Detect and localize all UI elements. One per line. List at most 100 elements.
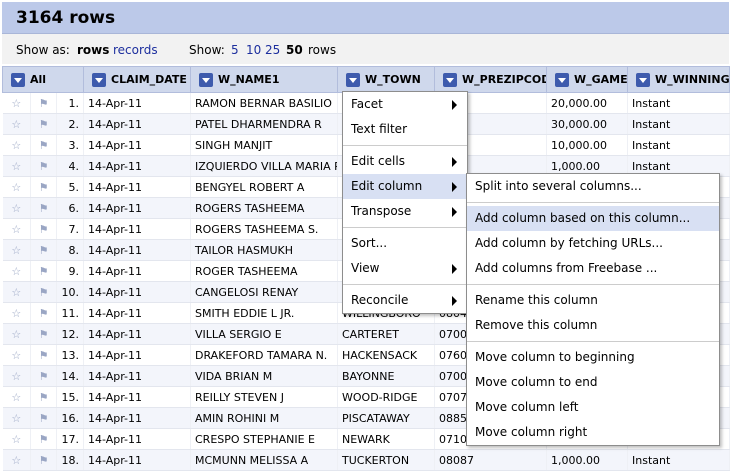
star-icon[interactable]: ☆	[2, 113, 31, 135]
star-icon[interactable]: ☆	[2, 92, 31, 114]
page-size-25-link[interactable]: 25	[265, 43, 280, 57]
flag-icon[interactable]: ⚑	[30, 218, 57, 240]
menu-item-text-filter[interactable]: Text filter	[343, 117, 467, 142]
star-icon[interactable]: ☆	[2, 365, 31, 387]
menu-item-view[interactable]: View	[343, 256, 467, 281]
page-size-10-link[interactable]: 10	[246, 43, 261, 57]
cell-w-winnings: Instant	[627, 134, 730, 156]
submenu-arrow-icon	[452, 296, 457, 306]
menu-item-move-to-end[interactable]: Move column to end	[467, 370, 719, 395]
cell-w-town: CARTERET	[337, 323, 435, 345]
column-header-all[interactable]: All	[2, 66, 84, 93]
column-header-w-prezipcode[interactable]: W_PREZIPCODE	[434, 66, 547, 93]
column-header-label: W_PREZIPCODE	[462, 73, 546, 86]
menu-item-edit-cells[interactable]: Edit cells	[343, 149, 467, 174]
flag-icon[interactable]: ⚑	[30, 134, 57, 156]
menu-item-label: Text filter	[351, 122, 407, 136]
star-icon[interactable]: ☆	[2, 302, 31, 324]
flag-icon[interactable]: ⚑	[30, 449, 57, 471]
dropdown-arrow-icon[interactable]	[11, 72, 25, 87]
flag-icon[interactable]: ⚑	[30, 323, 57, 345]
dropdown-arrow-icon[interactable]	[555, 72, 569, 87]
menu-item-label: View	[351, 261, 380, 275]
cell-w-winnings: Instant	[627, 113, 730, 135]
flag-icon[interactable]: ⚑	[30, 197, 57, 219]
dropdown-arrow-icon[interactable]	[92, 72, 106, 87]
menu-item-move-to-beginning[interactable]: Move column to beginning	[467, 345, 719, 370]
menu-item-add-column-fetch-urls[interactable]: Add column by fetching URLs...	[467, 231, 719, 256]
star-icon[interactable]: ☆	[2, 449, 31, 471]
star-icon[interactable]: ☆	[2, 134, 31, 156]
menu-item-edit-column[interactable]: Edit column	[343, 174, 467, 199]
flag-icon[interactable]: ⚑	[30, 176, 57, 198]
flag-icon[interactable]: ⚑	[30, 302, 57, 324]
flag-icon[interactable]: ⚑	[30, 407, 57, 429]
menu-item-label: Reconcile	[351, 293, 409, 307]
star-icon[interactable]: ☆	[2, 260, 31, 282]
row-index: 5.	[56, 176, 84, 198]
star-icon[interactable]: ☆	[2, 281, 31, 303]
menu-item-remove-column[interactable]: Remove this column	[467, 313, 719, 338]
dropdown-arrow-icon[interactable]	[636, 72, 650, 87]
cell-w-name1: ROGER TASHEEMA	[190, 260, 338, 282]
menu-item-split-columns[interactable]: Split into several columns...	[467, 174, 719, 199]
flag-icon[interactable]: ⚑	[30, 260, 57, 282]
cell-claim-date: 14-Apr-11	[83, 281, 191, 303]
menu-item-sort[interactable]: Sort...	[343, 231, 467, 256]
star-icon[interactable]: ☆	[2, 386, 31, 408]
flag-icon[interactable]: ⚑	[30, 92, 57, 114]
column-header-w-winnings[interactable]: W_WINNINGS	[627, 66, 730, 93]
star-icon[interactable]: ☆	[2, 239, 31, 261]
flag-icon[interactable]: ⚑	[30, 365, 57, 387]
cell-claim-date: 14-Apr-11	[83, 449, 191, 471]
records-mode-link[interactable]: records	[113, 43, 158, 57]
star-icon[interactable]: ☆	[2, 176, 31, 198]
cell-w-prezipcode: 08087	[434, 449, 547, 471]
menu-item-add-column-based[interactable]: Add column based on this column...	[467, 206, 719, 231]
flag-icon[interactable]: ⚑	[30, 344, 57, 366]
star-icon[interactable]: ☆	[2, 428, 31, 450]
dropdown-arrow-icon[interactable]	[443, 72, 457, 87]
rows-mode-option[interactable]: rows	[77, 43, 109, 57]
flag-icon[interactable]: ⚑	[30, 428, 57, 450]
page-size-5-link[interactable]: 5	[231, 43, 239, 57]
star-icon[interactable]: ☆	[2, 197, 31, 219]
view-options-bar: Show as: rows records Show: 5 10 25 50 r…	[2, 34, 729, 64]
cell-w-game: 1,000.00	[546, 449, 628, 471]
column-header-label: W_WINNINGS	[655, 73, 730, 86]
menu-item-transpose[interactable]: Transpose	[343, 199, 467, 224]
menu-item-reconcile[interactable]: Reconcile	[343, 288, 467, 313]
menu-item-rename-column[interactable]: Rename this column	[467, 288, 719, 313]
cell-claim-date: 14-Apr-11	[83, 134, 191, 156]
menu-separator	[467, 202, 719, 203]
row-index: 2.	[56, 113, 84, 135]
star-icon[interactable]: ☆	[2, 323, 31, 345]
menu-item-add-columns-freebase[interactable]: Add columns from Freebase ...	[467, 256, 719, 281]
column-header-w-town[interactable]: W_TOWN	[337, 66, 435, 93]
flag-icon[interactable]: ⚑	[30, 155, 57, 177]
cell-w-name1: MCMUNN MELISSA A	[190, 449, 338, 471]
row-index: 12.	[56, 323, 84, 345]
submenu-arrow-icon	[452, 182, 457, 192]
menu-item-facet[interactable]: Facet	[343, 92, 467, 117]
cell-claim-date: 14-Apr-11	[83, 176, 191, 198]
column-header-w-game[interactable]: W_GAME	[546, 66, 628, 93]
dropdown-arrow-icon[interactable]	[346, 72, 360, 87]
submenu-arrow-icon	[452, 207, 457, 217]
flag-icon[interactable]: ⚑	[30, 386, 57, 408]
column-header-label: All	[30, 73, 47, 86]
flag-icon[interactable]: ⚑	[30, 281, 57, 303]
column-header-w-name1[interactable]: W_NAME1	[190, 66, 338, 93]
star-icon[interactable]: ☆	[2, 218, 31, 240]
edit-column-submenu: Split into several columns... Add column…	[466, 173, 720, 446]
flag-icon[interactable]: ⚑	[30, 239, 57, 261]
column-header-claim-date[interactable]: CLAIM_DATE	[83, 66, 191, 93]
star-icon[interactable]: ☆	[2, 344, 31, 366]
menu-item-move-right[interactable]: Move column right	[467, 420, 719, 445]
cell-w-game: 20,000.00	[546, 92, 628, 114]
star-icon[interactable]: ☆	[2, 155, 31, 177]
star-icon[interactable]: ☆	[2, 407, 31, 429]
dropdown-arrow-icon[interactable]	[199, 72, 213, 87]
flag-icon[interactable]: ⚑	[30, 113, 57, 135]
menu-item-move-left[interactable]: Move column left	[467, 395, 719, 420]
